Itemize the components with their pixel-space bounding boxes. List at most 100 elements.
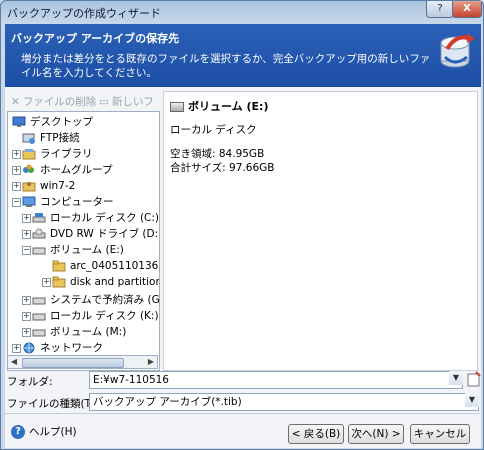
local-disk-icon (32, 213, 46, 223)
details-title-text: ボリューム (E:) (188, 100, 269, 113)
expand-icon[interactable]: + (12, 150, 21, 159)
help-icon: ? (11, 425, 25, 439)
tree-item-drive-g[interactable]: + システムで予約済み (G:) (8, 292, 159, 308)
tree-item-drive-e[interactable]: − ボリューム (E:) (8, 242, 159, 258)
delete-file-button[interactable]: ✕ ファイルの削除 (11, 94, 96, 109)
next-button[interactable]: 次へ(N) > (348, 424, 404, 444)
cancel-button[interactable]: キャンセル (410, 424, 470, 444)
tree-horizontal-scrollbar[interactable]: ◀ ▶ (7, 355, 158, 369)
volume-icon (32, 297, 46, 305)
file-toolbar: ✕ ファイルの削除 ▭ 新しいフ (7, 91, 159, 111)
filetype-label: ファイルの種類(T): (7, 398, 99, 410)
volume-icon (32, 329, 46, 337)
desktop-icon (12, 116, 26, 127)
tree-item-network[interactable]: + ネットワーク (8, 340, 159, 356)
window-title: バックアップの作成ウィザード (7, 7, 161, 20)
volume-icon (170, 102, 184, 112)
wizard-window: バックアップの作成ウィザード ? X バックアップ アーカイブの保存先 増分また… (0, 0, 484, 450)
volume-icon (32, 247, 46, 255)
scroll-left-icon[interactable]: ◀ (9, 357, 19, 367)
homegroup-icon (23, 164, 34, 173)
tree-item-folder-disk[interactable]: + disk and partition bac (8, 274, 159, 290)
tree-item-label: arc_04051101362528 (70, 260, 159, 272)
help-title-button[interactable]: ? (426, 1, 454, 18)
expand-icon[interactable]: + (22, 328, 31, 337)
expand-icon[interactable]: + (22, 214, 31, 223)
scroll-right-icon[interactable]: ▶ (146, 357, 156, 367)
help-button[interactable]: ? ヘルプ(H) (11, 424, 77, 439)
wizard-header: バックアップ アーカイブの保存先 増分または差分をとる既存のファイルを選択するか… (5, 24, 481, 87)
header-description: 増分または差分をとる既存のファイルを選択するか、完全バックアップ用の新しいファイ… (21, 53, 431, 79)
wizard-body: ✕ ファイルの削除 ▭ 新しいフ デスクトップ FTP接続 + ライブラリ + … (5, 87, 481, 413)
folder-dropdown-icon[interactable]: ▼ (449, 371, 463, 385)
tree-item-drive-k[interactable]: + ローカル ディスク (K:) (8, 308, 159, 324)
tree-item-label: win7-2 (40, 180, 76, 192)
tree-item-drive-m[interactable]: + ボリューム (M:) (8, 324, 159, 340)
expand-icon[interactable]: + (22, 296, 31, 305)
tree-item-user[interactable]: + win7-2 (8, 178, 159, 194)
tree-item-homegroup[interactable]: + ホームグループ (8, 162, 159, 178)
expand-icon[interactable]: + (22, 230, 31, 239)
expand-icon[interactable]: + (12, 166, 21, 175)
new-folder-button[interactable]: ▭ 新しいフ (99, 94, 154, 109)
tree-item-label: デスクトップ (30, 116, 93, 128)
details-free-space: 空き領域: 84.95GB (170, 148, 265, 160)
tree-item-label: ローカル ディスク (K:) (50, 310, 159, 322)
delete-x-icon: ✕ (11, 96, 20, 108)
scroll-thumb[interactable] (22, 358, 124, 368)
tree-item-ftp[interactable]: FTP接続 (8, 130, 159, 146)
folder-input[interactable]: E:¥w7-110516 (89, 371, 463, 389)
new-folder-icon: ▭ (99, 96, 109, 108)
filetype-row: ファイルの種類(T): バックアップ アーカイブ(*.tib) ▼ (5, 392, 481, 414)
tree-item-drive-d[interactable]: + DVD RW ドライブ (D:) C (8, 226, 159, 242)
tree-item-label: disk and partition bac (70, 276, 160, 288)
new-folder-label: 新しいフ (111, 96, 154, 108)
folder-label: フォルダ: (7, 376, 53, 388)
tree-item-label: ネットワーク (40, 342, 103, 354)
details-total-size: 合計サイズ: 97.66GB (170, 162, 275, 174)
wizard-footer: ? ヘルプ(H) < 戻る(B) 次へ(N) > キャンセル (5, 413, 481, 448)
expand-icon[interactable]: + (22, 312, 31, 321)
tree-item-folder-arc[interactable]: arc_04051101362528 (8, 258, 159, 274)
header-title: バックアップ アーカイブの保存先 (11, 32, 180, 45)
expand-icon[interactable]: + (42, 278, 51, 287)
tree-item-desktop[interactable]: デスクトップ (8, 114, 159, 130)
tree-item-label: ボリューム (M:) (50, 326, 127, 338)
user-folder-icon (22, 182, 36, 192)
expand-icon[interactable]: + (12, 344, 21, 353)
filetype-dropdown-icon[interactable]: ▼ (465, 393, 479, 407)
tree-item-libraries[interactable]: + ライブラリ (8, 146, 159, 162)
network-icon (23, 342, 35, 354)
collapse-icon[interactable]: − (12, 198, 21, 207)
title-bar: バックアップの作成ウィザード ? X (1, 1, 483, 23)
tree-item-label: ホームグループ (40, 164, 113, 176)
volume-icon (32, 313, 46, 321)
ftp-icon (22, 133, 35, 144)
filetype-select[interactable]: バックアップ アーカイブ(*.tib) (89, 393, 479, 411)
folder-icon (52, 260, 66, 272)
expand-icon[interactable]: + (12, 182, 21, 191)
tree-item-label: ライブラリ (40, 148, 93, 160)
tree-item-label: FTP接続 (40, 132, 80, 144)
tree-item-label: ボリューム (E:) (50, 244, 124, 256)
delete-file-label: ファイルの削除 (22, 96, 97, 108)
details-title: ボリューム (E:) (170, 98, 268, 114)
backup-logo-icon (440, 33, 475, 68)
new-folder-icon[interactable] (467, 371, 481, 387)
library-icon (22, 149, 36, 160)
help-label: ヘルプ(H) (29, 426, 77, 438)
tree-item-label: コンピューター (40, 196, 114, 208)
computer-icon (22, 196, 36, 207)
close-button[interactable]: X (452, 1, 482, 18)
tree-item-computer[interactable]: − コンピューター (8, 194, 159, 210)
tree-item-label: ローカル ディスク (C:) (50, 212, 160, 224)
tree-item-label: システムで予約済み (G:) (50, 294, 160, 306)
collapse-icon[interactable]: − (22, 246, 31, 255)
tree-item-label: DVD RW ドライブ (D:) C (50, 228, 159, 240)
details-type: ローカル ディスク (170, 124, 257, 136)
back-button[interactable]: < 戻る(B) (288, 424, 344, 444)
folder-tree: デスクトップ FTP接続 + ライブラリ + ホームグループ + win7-2 … (7, 111, 160, 371)
tree-item-drive-c[interactable]: + ローカル ディスク (C:) (8, 210, 159, 226)
folder-row: フォルダ: E:¥w7-110516 ▼ (5, 370, 481, 392)
folder-icon (52, 276, 66, 288)
